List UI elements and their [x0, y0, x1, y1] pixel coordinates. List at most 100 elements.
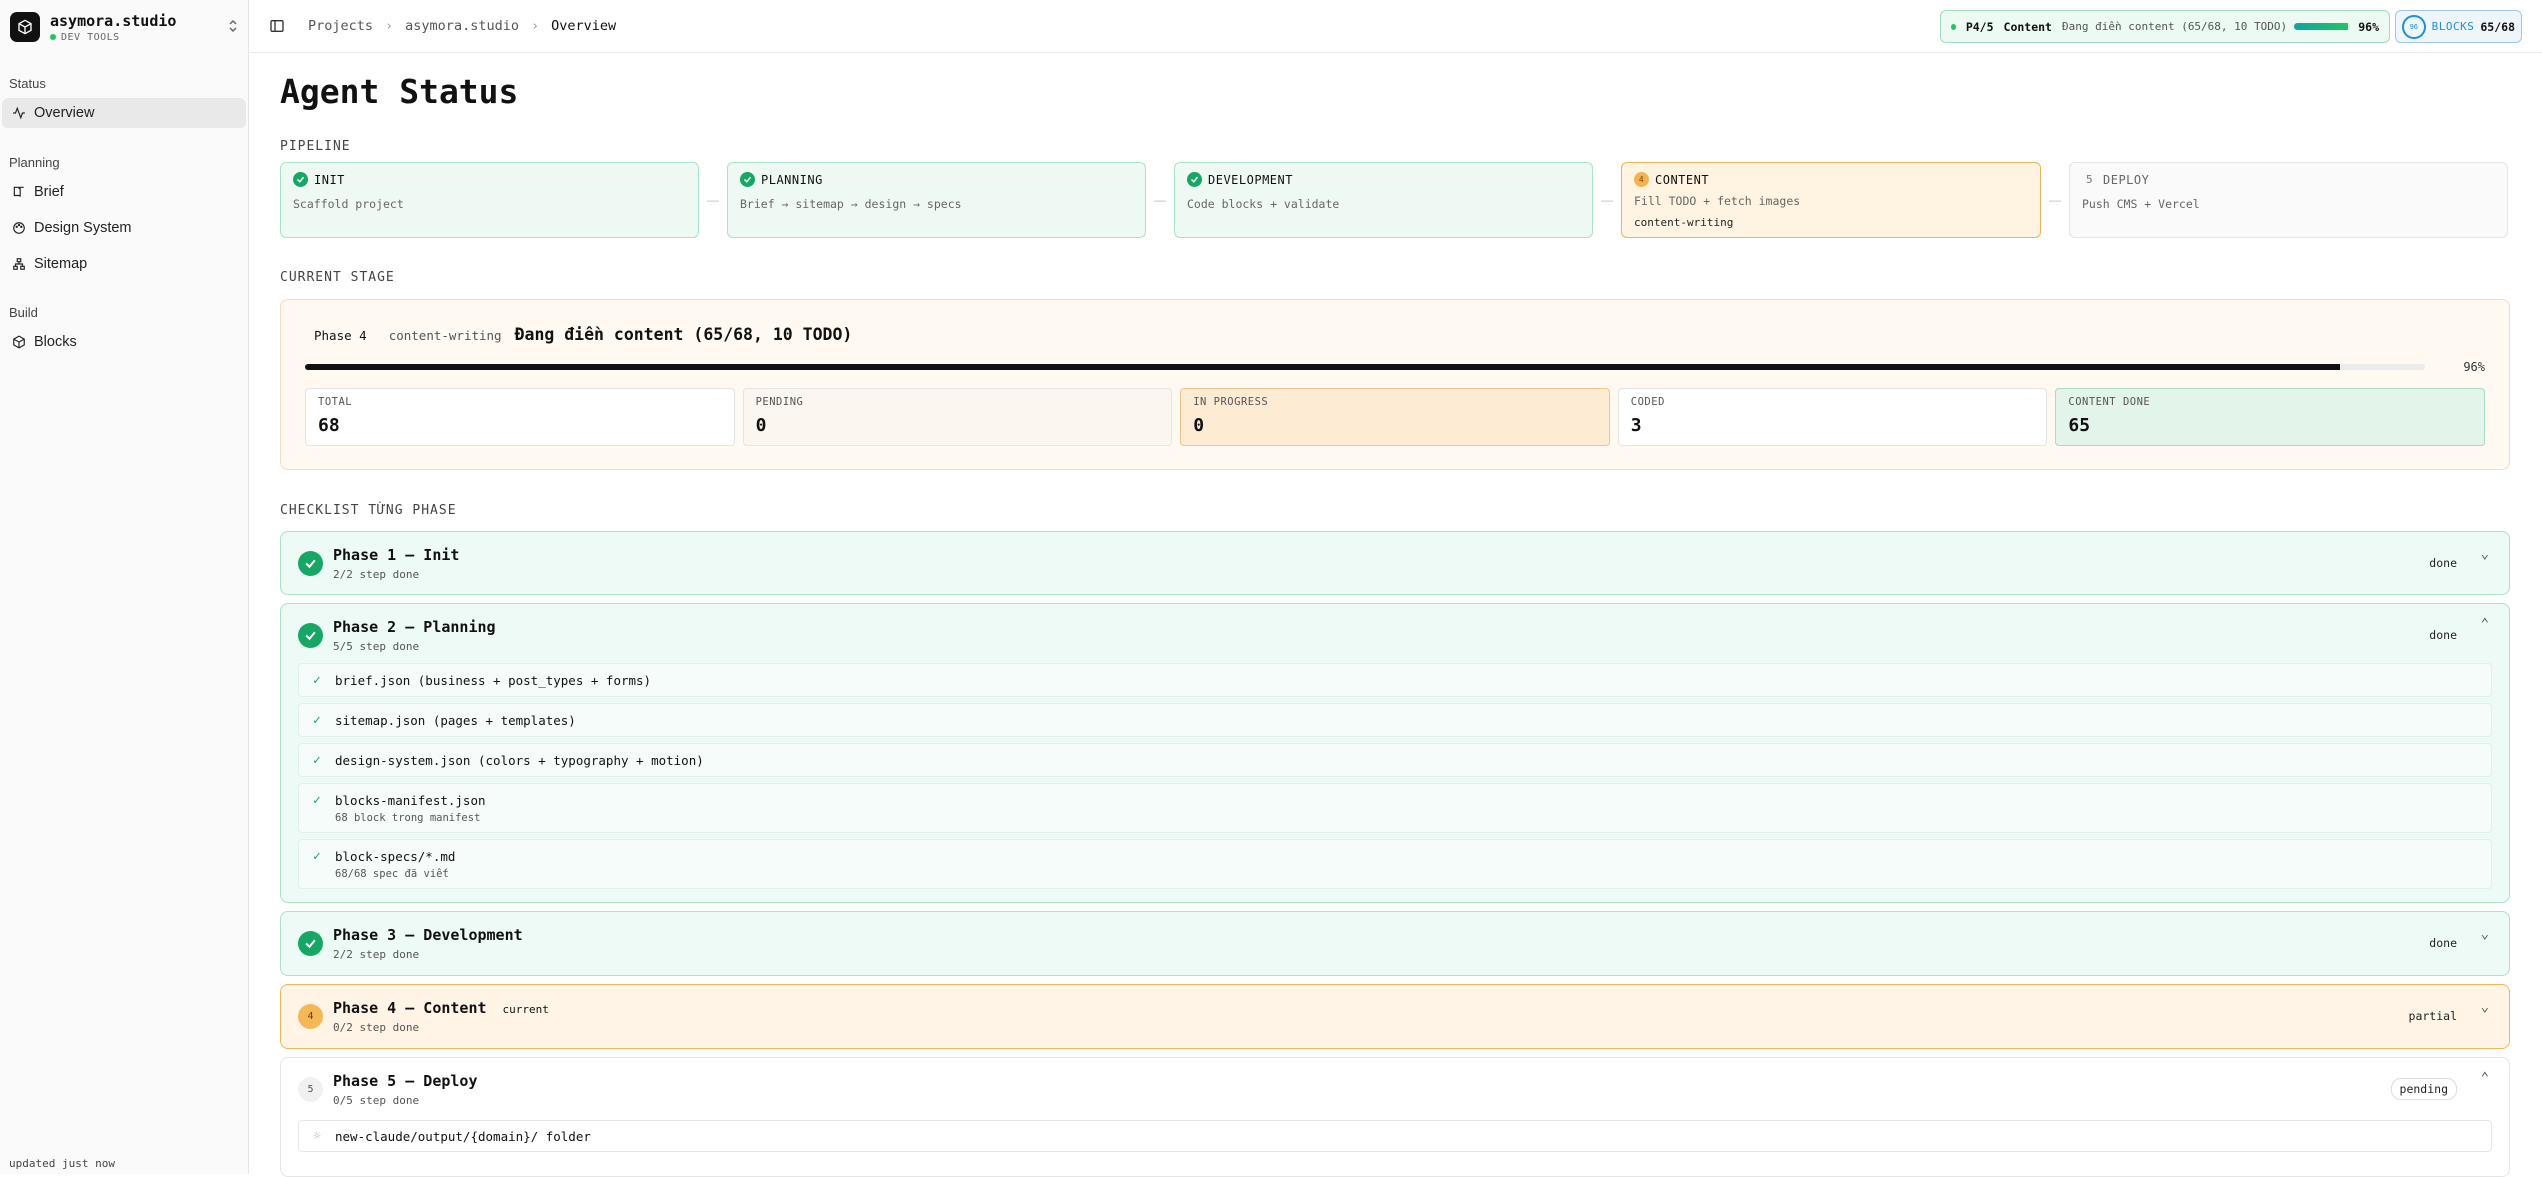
palette-icon: [11, 220, 27, 236]
chevron-down-icon[interactable]: ⌄: [2481, 926, 2489, 942]
sitemap-icon: [11, 256, 27, 272]
stage-deploy[interactable]: 5 DEPLOY Push CMS + Vercel: [2069, 162, 2508, 238]
current-title: Đang điền content (65/68, 10 TODO): [514, 325, 853, 344]
phase-status: done: [2429, 556, 2457, 570]
sidebar-item-brief[interactable]: Brief: [2, 177, 246, 207]
item-detail: 68 block trong manifest: [335, 812, 481, 824]
phase-card-1[interactable]: Phase 1 — Init 2/2 step done done ⌄: [280, 531, 2510, 595]
check-icon: ✓: [313, 793, 321, 808]
checklist-item: ✓ sitemap.json (pages + templates): [298, 703, 2492, 737]
sidebar-item-overview[interactable]: Overview: [2, 98, 246, 128]
topbar: Projects › asymora.studio › Overview P4/…: [250, 0, 2542, 53]
breadcrumb-projects[interactable]: Projects: [308, 18, 373, 34]
phase-title: Phase 5 — Deploy: [333, 1071, 478, 1090]
chevron-up-icon[interactable]: ⌃: [2481, 1070, 2489, 1086]
book-icon: [11, 184, 27, 200]
check-icon: ✓: [313, 753, 321, 768]
item-text: sitemap.json (pages + templates): [335, 713, 576, 728]
sidebar-item-label: Brief: [34, 184, 64, 200]
phase-pct: 96%: [2358, 19, 2379, 34]
stat-value: 0: [1193, 415, 1205, 436]
item-detail: 68/68 spec đã viết: [335, 868, 449, 880]
breadcrumb-project[interactable]: asymora.studio: [405, 18, 519, 34]
checklist-item: ☼ new-claude/output/{domain}/ folder: [298, 1120, 2492, 1152]
stage-name: CONTENT: [1655, 172, 1710, 187]
breadcrumb-current: Overview: [551, 18, 617, 34]
current-progress-bar: [305, 364, 2425, 370]
phase-desc: Đang điền content (65/68, 10 TODO): [2061, 20, 2288, 33]
breadcrumb: Projects › asymora.studio › Overview: [308, 18, 616, 34]
sidebar-item-blocks[interactable]: Blocks: [2, 327, 246, 357]
stage-desc: Scaffold project: [293, 197, 404, 211]
item-text: blocks-manifest.json: [335, 793, 486, 808]
stage-init[interactable]: INIT Scaffold project: [280, 162, 699, 238]
check-icon: ✓: [313, 673, 321, 688]
stage-planning[interactable]: PLANNING Brief → sitemap → design → spec…: [727, 162, 1146, 238]
phase-title: Phase 2 — Planning: [333, 618, 496, 636]
stage-connector: —: [1154, 193, 1166, 207]
phase-number-icon: 4: [298, 1004, 323, 1029]
page-title: Agent Status: [280, 72, 519, 111]
progress-ring-icon: 96: [2402, 14, 2426, 39]
phase-sub: 5/5 step done: [333, 640, 420, 653]
phase-sub: 0/5 step done: [333, 1093, 420, 1107]
check-icon: ✓: [313, 849, 321, 864]
blocks-label: BLOCKS: [2431, 20, 2475, 33]
project-name: asymora.studio: [50, 11, 177, 30]
phase-card-5[interactable]: 5 Phase 5 — Deploy 0/5 step done pending …: [280, 1057, 2510, 1177]
item-text: design-system.json (colors + typography …: [335, 753, 704, 768]
chevron-right-icon: ›: [530, 18, 540, 34]
check-circle-icon: [1187, 172, 1202, 187]
item-text: brief.json (business + post_types + form…: [335, 673, 652, 688]
current-stage-label: CURRENT STAGE: [280, 270, 395, 285]
phase-card-3[interactable]: Phase 3 — Development 2/2 step done done …: [280, 911, 2510, 976]
stat-value: 0: [755, 415, 767, 436]
stat-value: 65: [2068, 415, 2091, 436]
stage-name: DEVELOPMENT: [1208, 172, 1293, 187]
stat-pending: PENDING 0: [742, 388, 1173, 446]
sidebar-toggle-icon[interactable]: [268, 17, 286, 35]
chevron-down-icon[interactable]: ⌄: [2481, 999, 2489, 1015]
stage-name: DEPLOY: [2103, 172, 2150, 187]
stat-key: IN PROGRESS: [1193, 396, 1269, 408]
stage-number-icon: 5: [2085, 173, 2094, 186]
blocks-pill[interactable]: 96 BLOCKS 65/68: [2395, 10, 2522, 43]
stat-coded: CODED 3: [1617, 388, 2048, 446]
sidebar-item-design-system[interactable]: Design System: [2, 213, 246, 243]
phase-title: Phase 4 — Content: [333, 999, 487, 1017]
sidebar: asymora.studio DEV TOOLS Status Overview…: [0, 0, 249, 1174]
main-content: Agent Status PIPELINE INIT Scaffold proj…: [280, 53, 2510, 1177]
checklist-item: ✓ brief.json (business + post_types + for…: [298, 663, 2492, 697]
stage-connector: —: [707, 193, 719, 207]
item-text: block-specs/*.md: [335, 849, 456, 864]
chevron-up-icon[interactable]: ⌃: [2481, 616, 2489, 632]
current-progress-pct: 96%: [2463, 360, 2485, 374]
project-switcher[interactable]: asymora.studio DEV TOOLS: [0, 0, 248, 54]
check-icon: ✓: [313, 713, 321, 728]
phase-status-pill[interactable]: P4/5 Content Đang điền content (65/68, 1…: [1940, 10, 2390, 43]
check-circle-icon: [298, 931, 323, 956]
phase-title: Phase 1 — Init: [333, 546, 460, 564]
chevron-down-icon[interactable]: ⌄: [2481, 546, 2489, 562]
check-circle-icon: [293, 172, 308, 187]
stage-development[interactable]: DEVELOPMENT Code blocks + validate: [1174, 162, 1593, 238]
section-label-status: Status: [9, 76, 46, 91]
phase-card-2[interactable]: Phase 2 — Planning 5/5 step done done ⌃ ✓…: [280, 603, 2510, 903]
chevron-updown-icon: [228, 19, 238, 36]
blocks-value: 65/68: [2480, 19, 2515, 34]
stat-total: TOTAL 68: [305, 388, 735, 446]
online-dot-icon: [50, 34, 56, 40]
pipeline-label: PIPELINE: [280, 139, 351, 154]
phase-title: Phase 3 — Development: [333, 926, 523, 944]
current-badge: current: [502, 1003, 549, 1016]
phase-card-4[interactable]: 4 Phase 4 — Content current 0/2 step done …: [280, 984, 2510, 1049]
project-subtitle: DEV TOOLS: [61, 31, 120, 43]
stage-content[interactable]: 4 CONTENT Fill TODO + fetch images conten…: [1621, 162, 2041, 238]
phase-progress-bar: [2294, 23, 2351, 30]
check-circle-icon: [740, 172, 755, 187]
stat-in-progress: IN PROGRESS 0: [1180, 388, 1610, 446]
stage-number-icon: 4: [1634, 172, 1649, 187]
stage-desc: Fill TODO + fetch images: [1634, 194, 1801, 208]
sidebar-item-sitemap[interactable]: Sitemap: [2, 249, 246, 279]
updated-status: updated just now: [9, 1157, 115, 1170]
